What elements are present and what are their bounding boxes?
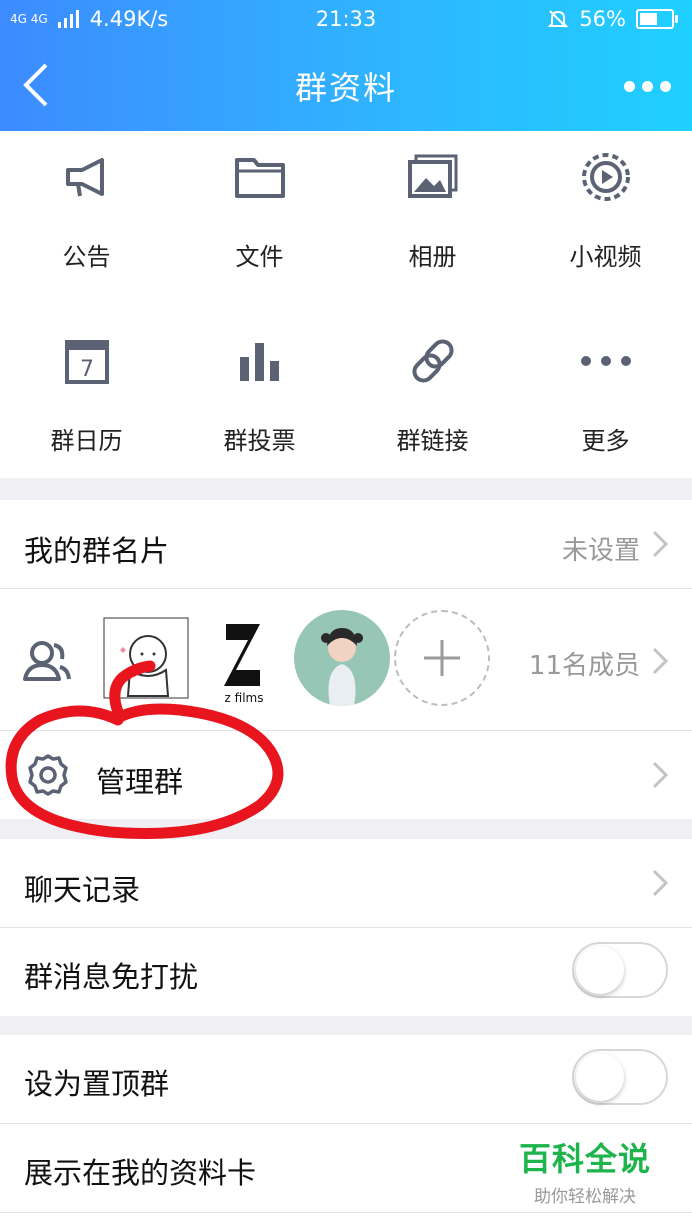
red-circle-annotation	[5, 660, 284, 839]
group-card-label: 我的群名片	[24, 534, 170, 568]
pin-label: 设为置顶群	[24, 1067, 170, 1101]
feature-announcement[interactable]: 公告	[0, 141, 173, 301]
megaphone-icon	[55, 145, 119, 209]
chevron-right-icon	[652, 761, 668, 789]
feature-label: 群链接	[396, 427, 469, 455]
photo-album-icon	[401, 145, 465, 209]
chevron-right-icon	[652, 869, 668, 897]
feature-label: 更多	[581, 427, 630, 455]
feature-vote[interactable]: 群投票	[173, 329, 346, 489]
folder-icon	[228, 145, 292, 209]
feature-label: 相册	[408, 243, 457, 271]
my-group-card-row[interactable]: 我的群名片 未设置	[0, 500, 692, 588]
chat-history-row[interactable]: 聊天记录	[0, 839, 692, 927]
video-play-icon	[574, 145, 638, 209]
pin-toggle[interactable]	[572, 1049, 668, 1105]
more-dots-icon	[574, 329, 638, 393]
group-card-value: 未设置	[561, 536, 640, 566]
more-options-icon[interactable]	[624, 71, 674, 101]
pin-row: 设为置顶群	[0, 1035, 692, 1123]
status-bar: 4G 4G 4.49K/s 21:33 56%	[0, 0, 692, 40]
link-icon	[401, 329, 465, 393]
feature-short-video[interactable]: 小视频	[519, 141, 692, 301]
member-count: 11名成员	[528, 651, 640, 681]
svg-text:7: 7	[80, 357, 94, 382]
mute-row: 群消息免打扰	[0, 928, 692, 1016]
add-member-button[interactable]	[394, 610, 490, 706]
chevron-right-icon	[652, 530, 668, 558]
feature-more[interactable]: 更多	[519, 329, 692, 489]
feature-calendar[interactable]: 7 群日历	[0, 329, 173, 489]
calendar-icon: 7	[55, 329, 119, 393]
page-title: 群资料	[294, 69, 397, 107]
chat-history-label: 聊天记录	[24, 873, 141, 907]
battery-icon	[636, 9, 678, 29]
feature-files[interactable]: 文件	[173, 141, 346, 301]
bell-muted-icon	[547, 10, 569, 28]
nav-bar: 群资料	[0, 45, 692, 125]
feature-link[interactable]: 群链接	[346, 329, 519, 489]
feature-label: 公告	[62, 243, 111, 271]
feature-label: 群日历	[50, 427, 123, 455]
feature-label: 文件	[235, 243, 284, 271]
mute-label: 群消息免打扰	[24, 960, 199, 994]
member-avatar[interactable]	[294, 610, 390, 706]
bar-chart-icon	[228, 329, 292, 393]
feature-label: 小视频	[569, 243, 642, 271]
plus-icon	[424, 640, 460, 676]
feature-album[interactable]: 相册	[346, 141, 519, 301]
next-row	[0, 1213, 692, 1230]
watermark-logo: 百科全说 助你轻松解决	[500, 1128, 670, 1208]
show-on-card-label: 展示在我的资料卡	[24, 1156, 257, 1190]
watermark-title: 百科全说	[518, 1140, 651, 1178]
chevron-right-icon	[652, 647, 668, 675]
feature-grid: 公告 文件 相册 小视频 7 群日历 群投票 群链接 更多	[0, 131, 692, 478]
header: 4G 4G 4.49K/s 21:33 56% 群资料	[0, 0, 692, 131]
battery-percent: 56%	[579, 7, 626, 31]
feature-label: 群投票	[223, 427, 296, 455]
mute-toggle[interactable]	[572, 942, 668, 998]
watermark-subtitle: 助你轻松解决	[534, 1187, 636, 1207]
